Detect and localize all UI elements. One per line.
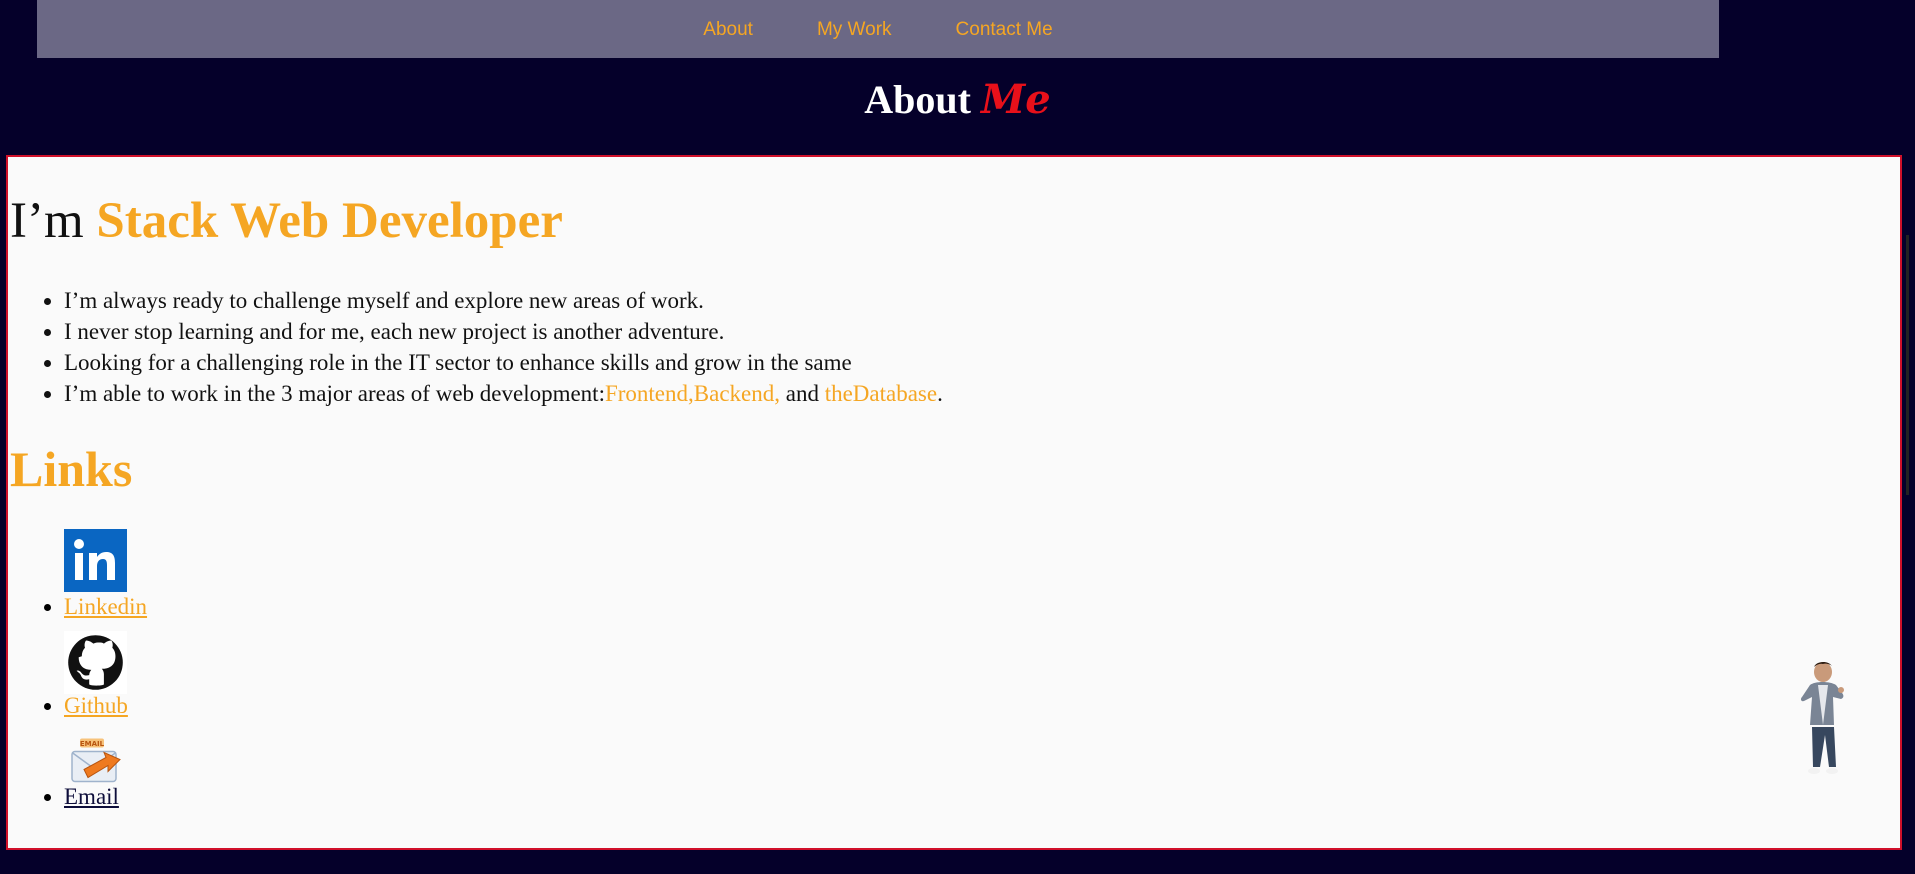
bullet-item: I’m always ready to challenge myself and…	[64, 285, 943, 316]
nav-link-about[interactable]: About	[703, 19, 753, 41]
links-list: Linkedin Github EMAIL	[8, 529, 147, 811]
email-link[interactable]: Email	[64, 784, 119, 809]
bullet-text: .	[937, 381, 943, 406]
link-item-github: Github	[64, 631, 147, 720]
intro-headline: I’m Stack Web Developer	[10, 191, 563, 251]
about-heading-main: About	[864, 77, 971, 122]
nav-link-contact-me[interactable]: Contact Me	[956, 19, 1053, 41]
linkedin-link[interactable]: Linkedin	[64, 594, 147, 619]
bullet-item: I’m able to work in the 3 major areas of…	[64, 378, 943, 409]
github-icon[interactable]	[64, 631, 127, 694]
avatar-figure	[1800, 661, 1844, 774]
navbar: About My Work Contact Me	[37, 0, 1719, 58]
about-content: I’m Stack Web Developer I’m always ready…	[6, 155, 1902, 850]
links-heading: Links	[10, 441, 133, 497]
bullet-text: and	[779, 381, 825, 406]
bullet-text: I’m able to work in the 3 major areas of…	[64, 381, 605, 406]
scrollbar[interactable]	[1906, 235, 1909, 495]
nav-link-my-work[interactable]: My Work	[817, 19, 892, 41]
about-bullet-list: I’m always ready to challenge myself and…	[8, 285, 943, 409]
link-item-linkedin: Linkedin	[64, 529, 147, 621]
intro-prefix: I’m	[10, 193, 84, 249]
highlight-frontend-backend: Frontend,Backend,	[604, 381, 780, 406]
github-link[interactable]: Github	[64, 693, 128, 718]
svg-text:EMAIL: EMAIL	[80, 740, 105, 748]
highlight-database: theDatabase	[824, 381, 938, 406]
intro-role: Stack Web Developer	[96, 193, 563, 249]
about-heading: About Me	[0, 72, 1915, 128]
link-item-email: EMAIL Email	[64, 730, 147, 811]
about-heading-accent: Me	[980, 76, 1051, 123]
bullet-item: Looking for a challenging role in the IT…	[64, 347, 943, 378]
linkedin-icon[interactable]	[64, 529, 127, 592]
bullet-item: I never stop learning and for me, each n…	[64, 316, 943, 347]
